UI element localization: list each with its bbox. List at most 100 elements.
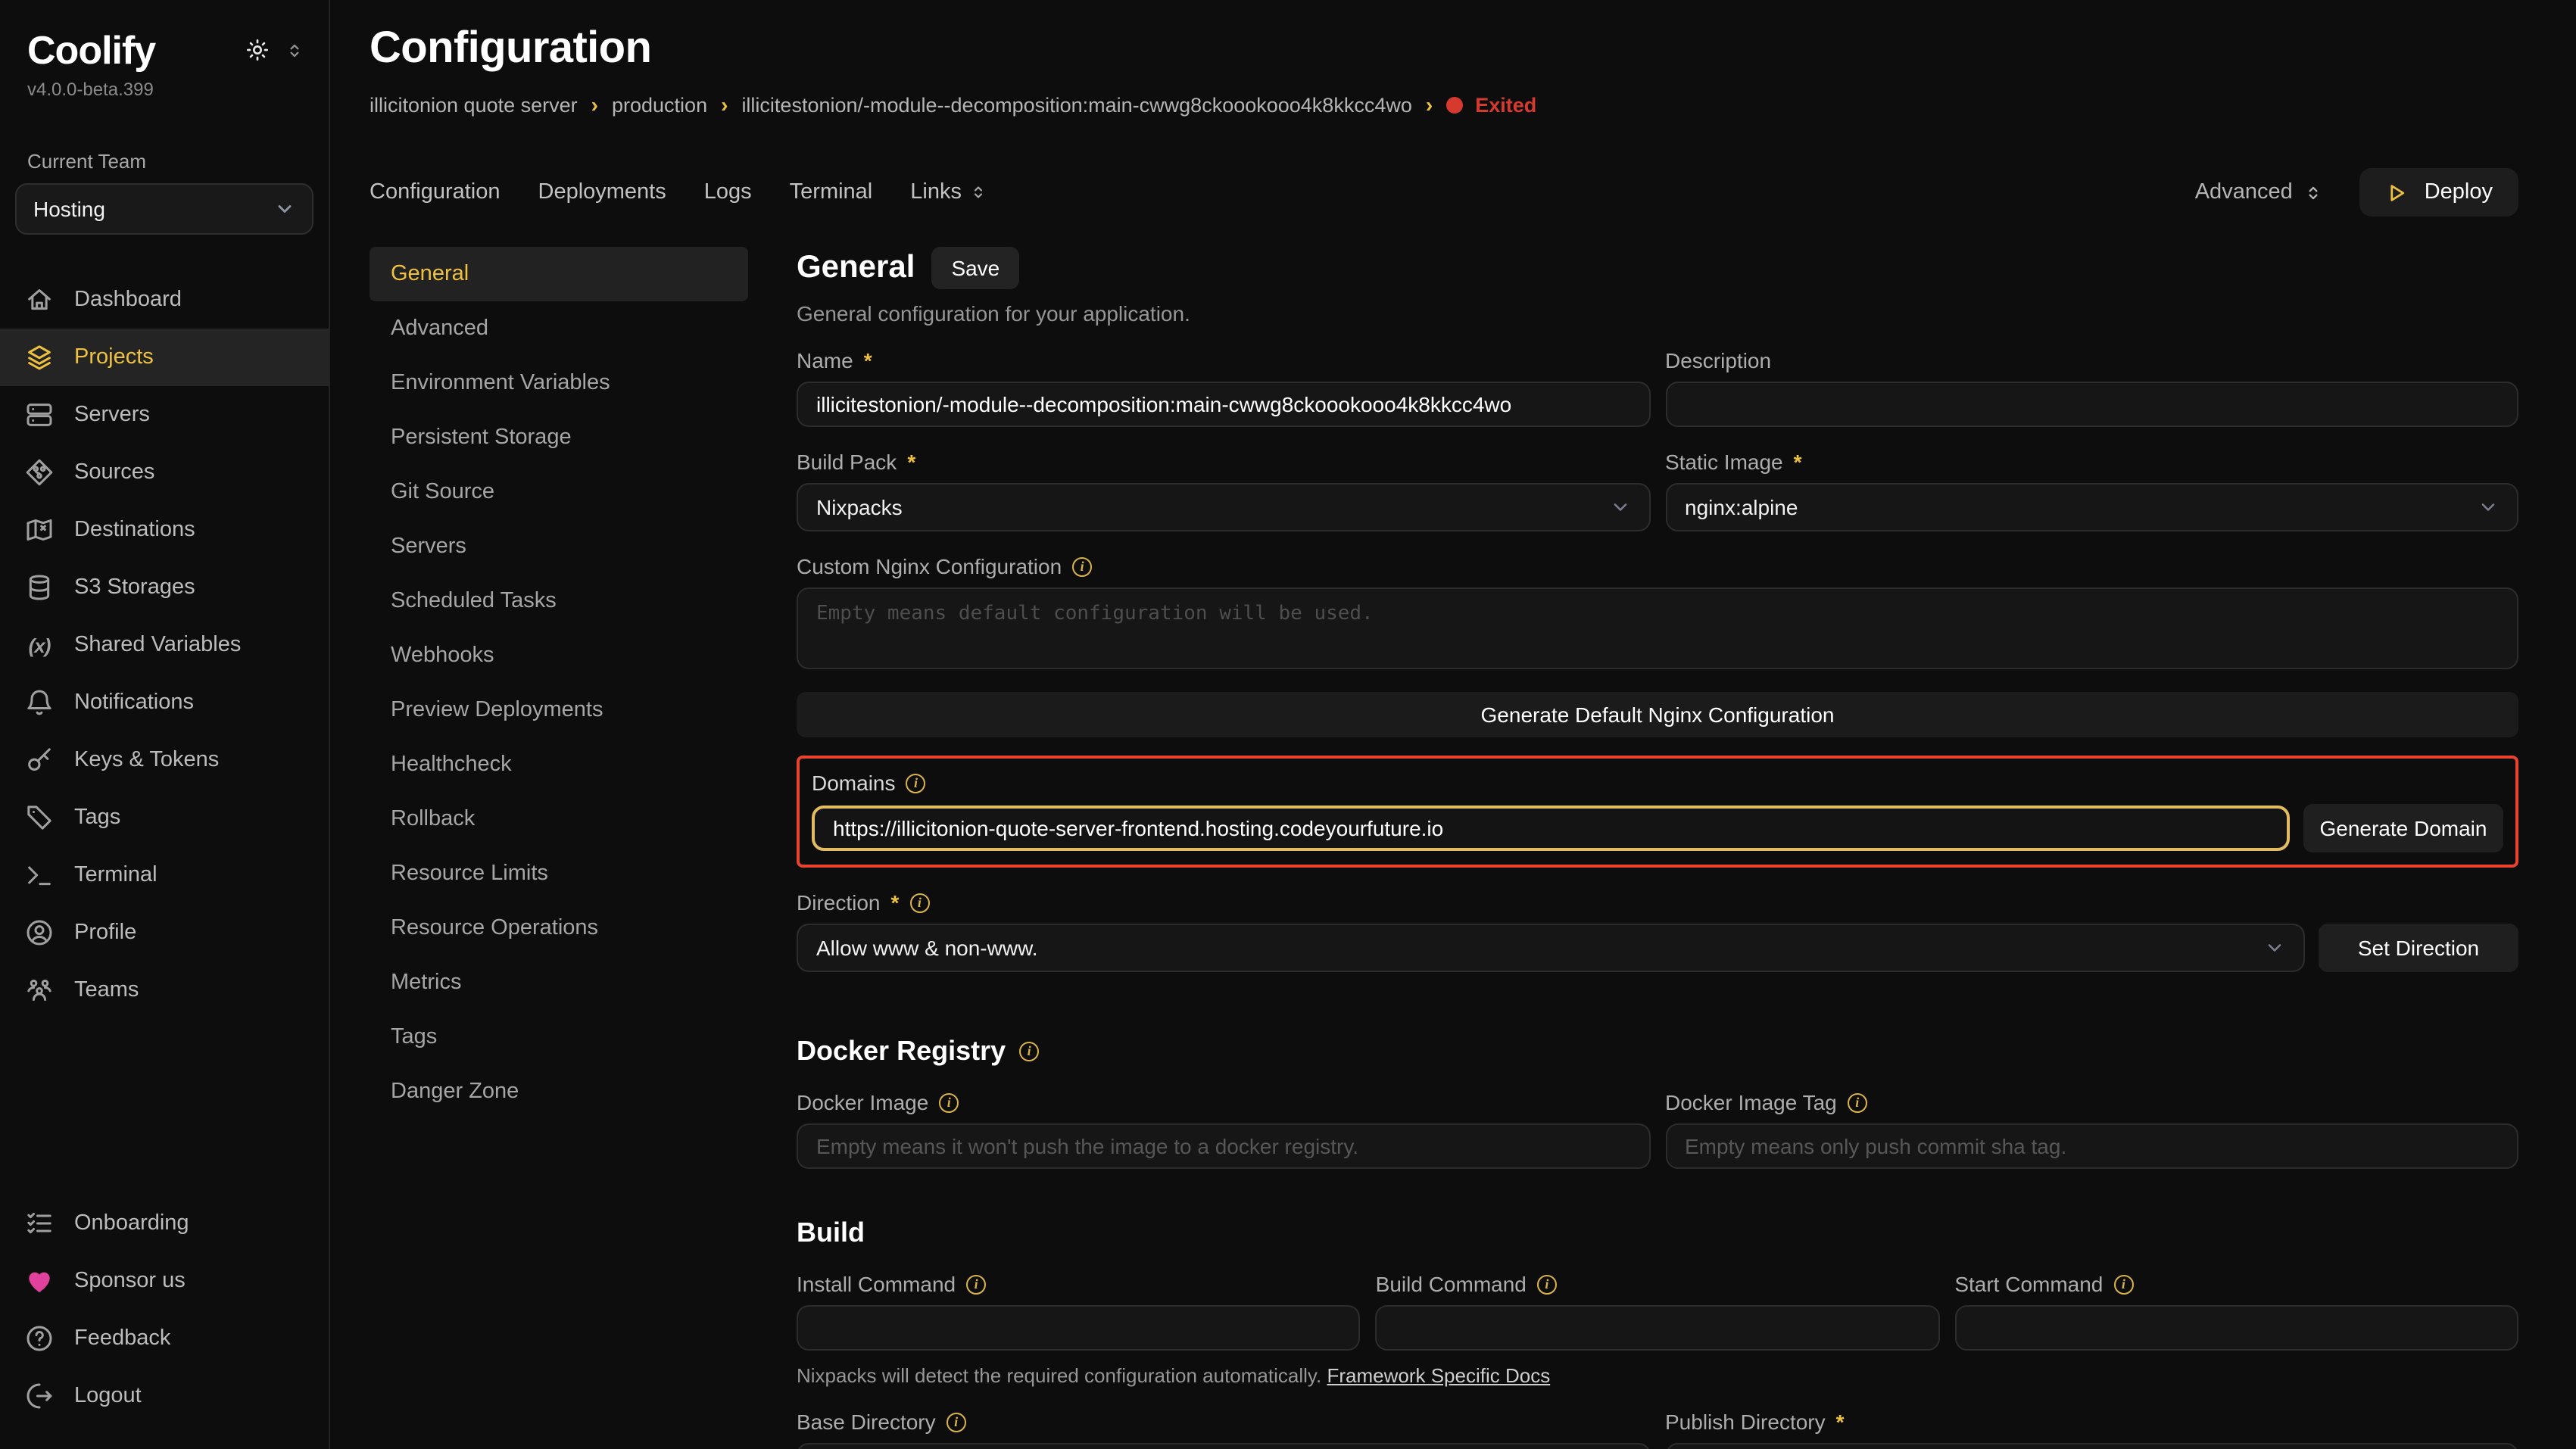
sidebar-item-logout[interactable]: Logout — [0, 1367, 329, 1425]
sidebar-item-label: Notifications — [74, 690, 194, 715]
set-direction-button[interactable]: Set Direction — [2319, 924, 2518, 972]
sidebar-item-sponsor-us[interactable]: Sponsor us — [0, 1252, 329, 1310]
info-icon[interactable]: i — [1019, 1042, 1039, 1061]
publish-directory-input[interactable] — [1665, 1443, 2518, 1449]
database-icon — [24, 572, 55, 603]
sidebar-item-label: Sponsor us — [74, 1269, 186, 1293]
docker-image-label: Docker Image i — [797, 1090, 1650, 1114]
sidebar-item-terminal[interactable]: Terminal — [0, 846, 329, 904]
git-icon — [24, 457, 55, 488]
config-nav-item-rollback[interactable]: Rollback — [370, 792, 748, 846]
advanced-dropdown[interactable]: Advanced — [2195, 180, 2323, 204]
sidebar-item-label: Terminal — [74, 863, 157, 887]
tab-configuration[interactable]: Configuration — [370, 180, 501, 204]
config-section-nav: GeneralAdvancedEnvironment VariablesPers… — [370, 247, 748, 1449]
sidebar-item-servers[interactable]: Servers — [0, 386, 329, 444]
sidebar-item-tags[interactable]: Tags — [0, 789, 329, 846]
sidebar-item-label: Logout — [74, 1384, 142, 1408]
info-icon[interactable]: i — [909, 893, 929, 912]
tab-deployments[interactable]: Deployments — [538, 180, 666, 204]
config-nav-item-environment-variables[interactable]: Environment Variables — [370, 356, 748, 410]
chevron-down-icon — [274, 198, 295, 220]
config-nav-item-metrics[interactable]: Metrics — [370, 955, 748, 1010]
static-image-select[interactable]: nginx:alpine — [1665, 483, 2518, 531]
team-select[interactable]: Hosting — [15, 183, 313, 235]
help-icon — [24, 1323, 55, 1354]
config-nav-item-healthcheck[interactable]: Healthcheck — [370, 737, 748, 792]
home-icon — [24, 285, 55, 315]
breadcrumb-separator: › — [721, 92, 728, 117]
nixpacks-note: Nixpacks will detect the required config… — [797, 1364, 2518, 1387]
sidebar-item-label: Onboarding — [74, 1211, 189, 1236]
config-nav-item-general[interactable]: General — [370, 247, 748, 301]
config-nav-item-resource-limits[interactable]: Resource Limits — [370, 846, 748, 901]
tab-links[interactable]: Links — [910, 180, 987, 204]
info-icon[interactable]: i — [906, 773, 926, 793]
generate-domain-button[interactable]: Generate Domain — [2303, 804, 2503, 852]
save-button[interactable]: Save — [931, 247, 1019, 289]
section-heading-general: General — [797, 250, 915, 286]
docker-image-tag-label: Docker Image Tag i — [1665, 1090, 2518, 1114]
start-command-input[interactable] — [1954, 1305, 2518, 1351]
sidebar-item-shared-variables[interactable]: (x)Shared Variables — [0, 616, 329, 674]
info-icon[interactable]: i — [939, 1092, 959, 1112]
direction-select[interactable]: Allow www & non-www. — [797, 924, 2305, 972]
build-pack-select[interactable]: Nixpacks — [797, 483, 1650, 531]
sidebar-item-projects[interactable]: Projects — [0, 329, 329, 386]
name-input[interactable] — [797, 382, 1650, 427]
sidebar-item-s3-storages[interactable]: S3 Storages — [0, 559, 329, 616]
sidebar-nav: DashboardProjectsServersSourcesDestinati… — [0, 271, 329, 1019]
theme-select-updown-icon[interactable] — [285, 40, 304, 60]
breadcrumb-application[interactable]: illicitestonion/-module--decomposition:m… — [741, 93, 1411, 116]
generate-nginx-button[interactable]: Generate Default Nginx Configuration — [797, 692, 2518, 737]
deploy-button[interactable]: Deploy — [2359, 168, 2518, 217]
breadcrumb-environment[interactable]: production — [612, 93, 707, 116]
breadcrumb-project[interactable]: illicitonion quote server — [370, 93, 578, 116]
sidebar-item-label: Keys & Tokens — [74, 748, 219, 772]
custom-nginx-textarea[interactable] — [797, 587, 2518, 669]
sidebar-item-sources[interactable]: Sources — [0, 444, 329, 501]
sidebar-item-dashboard[interactable]: Dashboard — [0, 271, 329, 329]
sidebar-item-label: Tags — [74, 806, 120, 830]
section-subtitle: General configuration for your applicati… — [797, 301, 2518, 326]
server-icon — [24, 400, 55, 430]
build-command-input[interactable] — [1376, 1305, 1940, 1351]
info-icon[interactable]: i — [1848, 1092, 1867, 1112]
config-nav-item-tags[interactable]: Tags — [370, 1010, 748, 1064]
terminal-icon — [24, 860, 55, 890]
chevron-down-icon — [2478, 497, 2499, 518]
base-directory-input[interactable] — [797, 1443, 1650, 1449]
config-nav-item-resource-operations[interactable]: Resource Operations — [370, 901, 748, 955]
theme-toggle-sun-icon[interactable] — [245, 38, 270, 62]
sidebar-item-feedback[interactable]: Feedback — [0, 1310, 329, 1367]
sidebar-item-teams[interactable]: Teams — [0, 961, 329, 1019]
info-icon[interactable]: i — [1072, 556, 1092, 576]
config-nav-item-persistent-storage[interactable]: Persistent Storage — [370, 410, 748, 465]
info-icon[interactable]: i — [1537, 1274, 1557, 1294]
domains-input[interactable] — [812, 806, 2290, 851]
description-input[interactable] — [1665, 382, 2518, 427]
config-nav-item-git-source[interactable]: Git Source — [370, 465, 748, 519]
start-command-label: Start Command i — [1954, 1272, 2518, 1296]
docker-image-tag-input[interactable] — [1665, 1123, 2518, 1169]
sidebar-item-onboarding[interactable]: Onboarding — [0, 1195, 329, 1252]
framework-docs-link[interactable]: Framework Specific Docs — [1327, 1364, 1550, 1387]
sidebar-item-destinations[interactable]: Destinations — [0, 501, 329, 559]
tab-terminal[interactable]: Terminal — [790, 180, 873, 204]
sidebar-item-profile[interactable]: Profile — [0, 904, 329, 961]
docker-image-input[interactable] — [797, 1123, 1650, 1169]
info-icon[interactable]: i — [2113, 1274, 2133, 1294]
config-nav-item-preview-deployments[interactable]: Preview Deployments — [370, 683, 748, 737]
sidebar-item-notifications[interactable]: Notifications — [0, 674, 329, 731]
info-icon[interactable]: i — [947, 1412, 966, 1432]
sidebar-item-keys-tokens[interactable]: Keys & Tokens — [0, 731, 329, 789]
config-nav-item-webhooks[interactable]: Webhooks — [370, 628, 748, 683]
install-command-input[interactable] — [797, 1305, 1361, 1351]
config-nav-item-servers[interactable]: Servers — [370, 519, 748, 574]
config-nav-item-scheduled-tasks[interactable]: Scheduled Tasks — [370, 574, 748, 628]
config-nav-item-advanced[interactable]: Advanced — [370, 301, 748, 356]
tab-logs[interactable]: Logs — [704, 180, 752, 204]
info-icon[interactable]: i — [966, 1274, 986, 1294]
config-nav-item-danger-zone[interactable]: Danger Zone — [370, 1064, 748, 1119]
page-title: Configuration — [370, 24, 2518, 74]
